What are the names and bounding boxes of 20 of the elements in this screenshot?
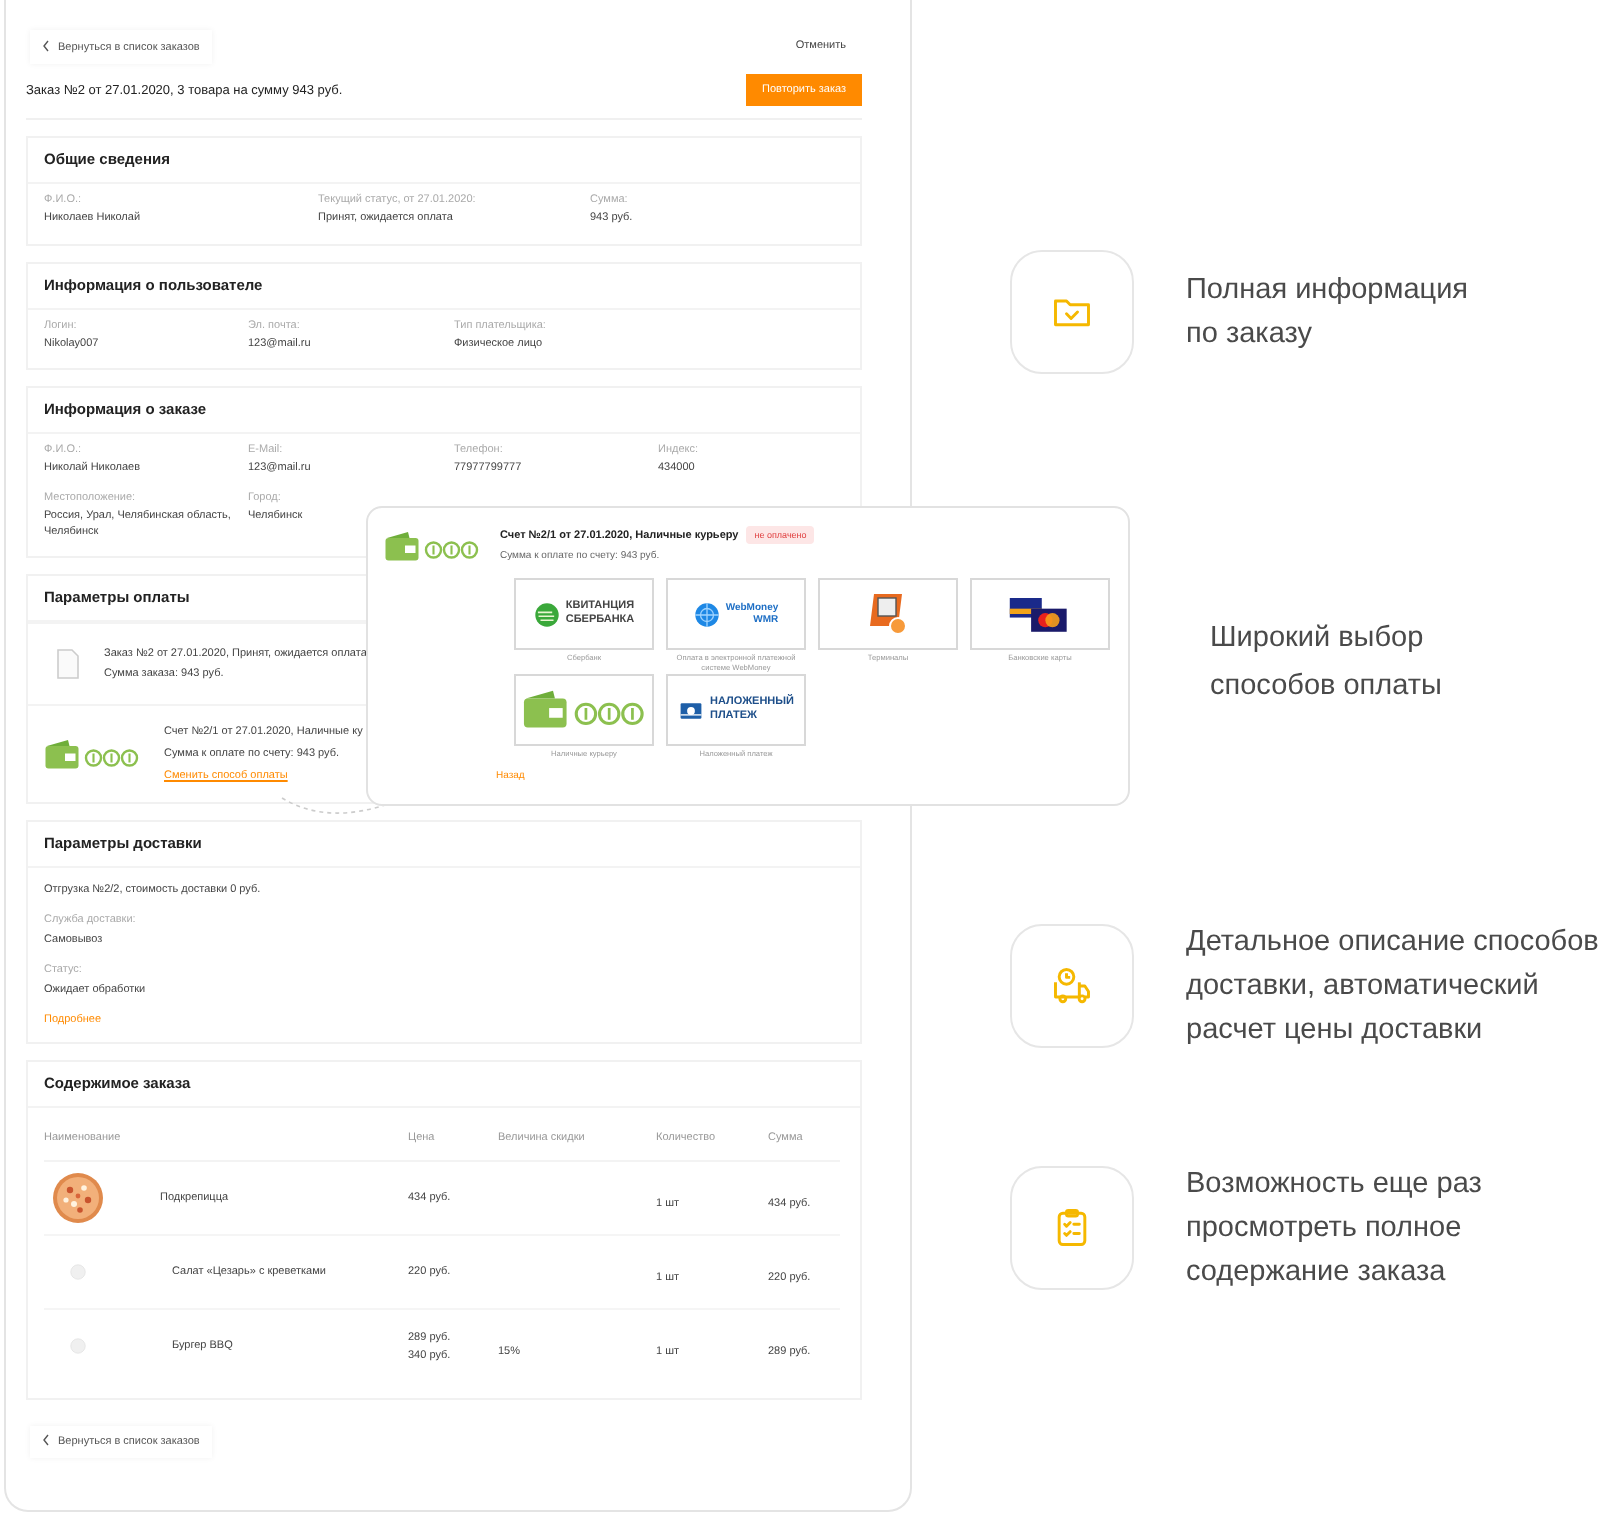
sberbank-logo-icon bbox=[533, 601, 560, 627]
image-placeholder-icon bbox=[70, 1338, 86, 1355]
feature-text: Полная информация по заказу bbox=[1186, 272, 1469, 354]
payment-method-tile[interactable] bbox=[970, 578, 1110, 650]
feature-text: Детальное описание способов доставки, автоматический расчет цены доставки bbox=[1186, 924, 1599, 1050]
payment-method-tile[interactable] bbox=[514, 674, 654, 746]
wallet-coins-icon bbox=[384, 530, 480, 564]
document-icon bbox=[56, 648, 80, 681]
feature-text: Возможность еще раз просмотреть полное содержание заказа bbox=[1186, 1166, 1482, 1292]
bank-cards-icon bbox=[1008, 594, 1072, 634]
banknote-icon bbox=[678, 697, 704, 723]
feature-text: Широкий выбор способов оплаты bbox=[1210, 620, 1442, 706]
globe-icon bbox=[693, 601, 720, 627]
delivery-truck-icon bbox=[1050, 964, 1094, 1008]
payment-method-tile[interactable] bbox=[818, 578, 958, 650]
chevron-left-icon bbox=[42, 1434, 50, 1447]
chevron-left-icon bbox=[42, 39, 50, 51]
wallet-coins-icon bbox=[522, 688, 646, 732]
image-placeholder-icon bbox=[70, 1264, 86, 1281]
wallet-coins-icon bbox=[44, 737, 140, 772]
